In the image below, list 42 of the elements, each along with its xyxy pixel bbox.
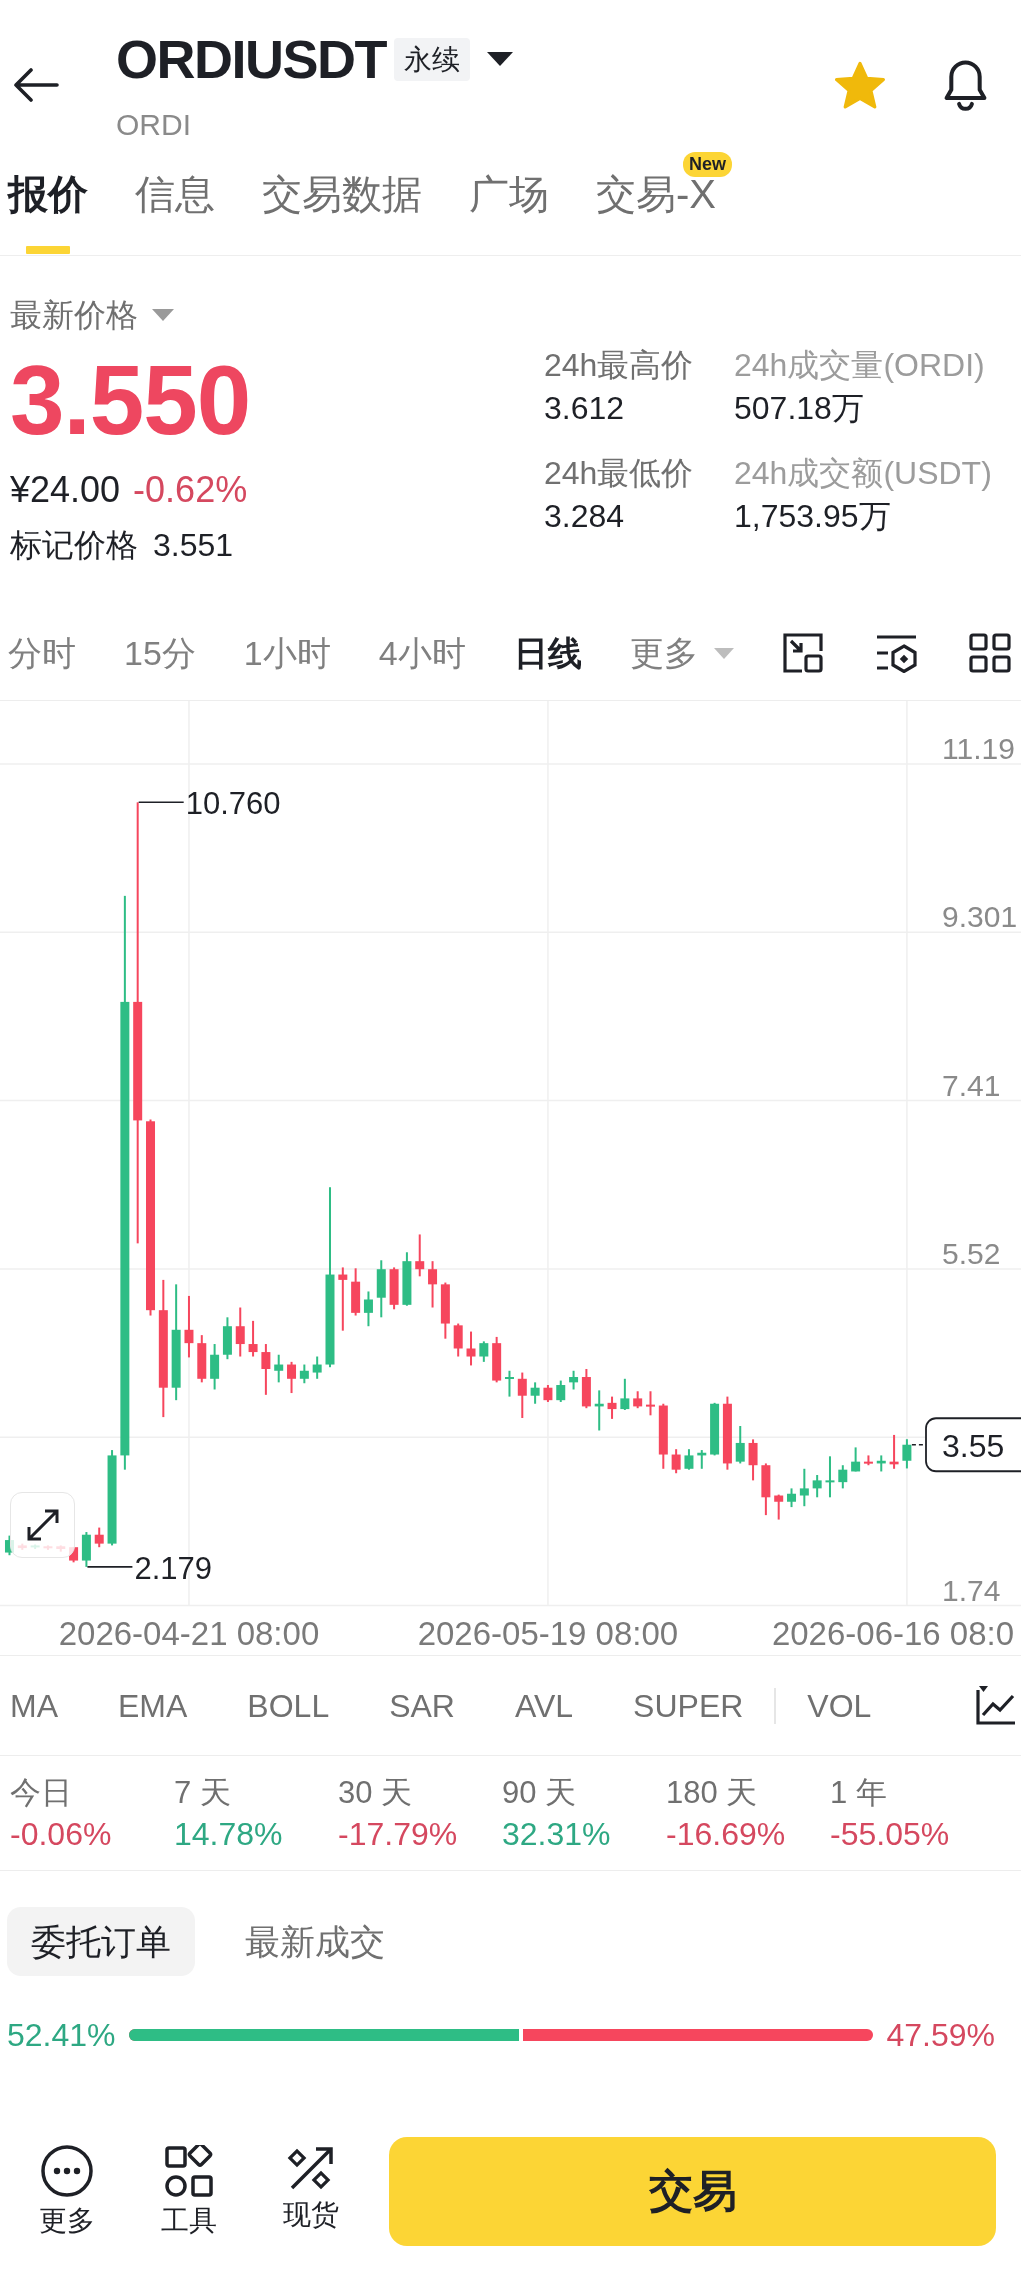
y-axis-label: 9.301 <box>942 900 1018 934</box>
x-axis-label: 2026-05-19 08:00 <box>417 1615 679 1652</box>
last-price-tag: 3.55 <box>925 1417 1021 1473</box>
price-marker-label: 10.760 <box>185 786 281 822</box>
last-price: 3.550 <box>10 350 251 450</box>
period-label: 7 天 <box>174 1775 231 1811</box>
ask-ratio: 47.59% <box>886 2018 995 2052</box>
period-change: -55.05% <box>830 1816 950 1852</box>
y-axis-label: 5.52 <box>942 1237 1001 1271</box>
price-change: -0.62% <box>133 470 248 510</box>
stat-value: 3.284 <box>544 498 625 534</box>
period-change: 32.31% <box>502 1816 611 1852</box>
mark-price-label: 标记价格 <box>10 527 138 563</box>
stat-label: 24h成交量(ORDI) <box>734 347 985 383</box>
stat-label: 24h成交额(USDT) <box>734 455 992 491</box>
x-axis-label: 2026-04-21 08:00 <box>58 1615 320 1652</box>
period-label: 今日 <box>10 1775 72 1811</box>
stat-label: 24h最高价 <box>544 347 694 383</box>
period-label: 90 天 <box>502 1775 577 1811</box>
pair-title: ORDIUSDT <box>116 31 386 87</box>
stat-value: 3.612 <box>544 390 625 426</box>
period-change: -0.06% <box>10 1816 112 1852</box>
contract-type-tag: 永续 <box>394 37 470 81</box>
fiat-price: ¥24.00 <box>10 470 121 510</box>
period-label: 1 年 <box>830 1775 887 1811</box>
stat-value: 1,753.95万 <box>734 498 891 534</box>
bid-ratio: 52.41% <box>7 2018 116 2052</box>
x-axis-label: 2026-06-16 08:0 <box>771 1615 1015 1652</box>
period-change: 14.78% <box>174 1816 283 1852</box>
y-axis-label: 7.41 <box>942 1068 1001 1102</box>
new-badge: New <box>683 152 732 177</box>
stat-label: 24h最低价 <box>544 455 694 491</box>
period-label: 180 天 <box>666 1775 758 1811</box>
y-axis-label: 11.19 <box>942 732 1015 765</box>
y-axis-label: 1.74 <box>942 1574 1001 1607</box>
stat-value: 507.18万 <box>734 390 864 426</box>
price-marker-label: 2.179 <box>134 1550 212 1586</box>
base-asset-label: ORDI <box>116 108 191 142</box>
period-change: -16.69% <box>666 1816 786 1852</box>
period-label: 30 天 <box>338 1775 413 1811</box>
period-change: -17.79% <box>338 1816 458 1852</box>
mark-price-value: 3.551 <box>153 527 234 563</box>
